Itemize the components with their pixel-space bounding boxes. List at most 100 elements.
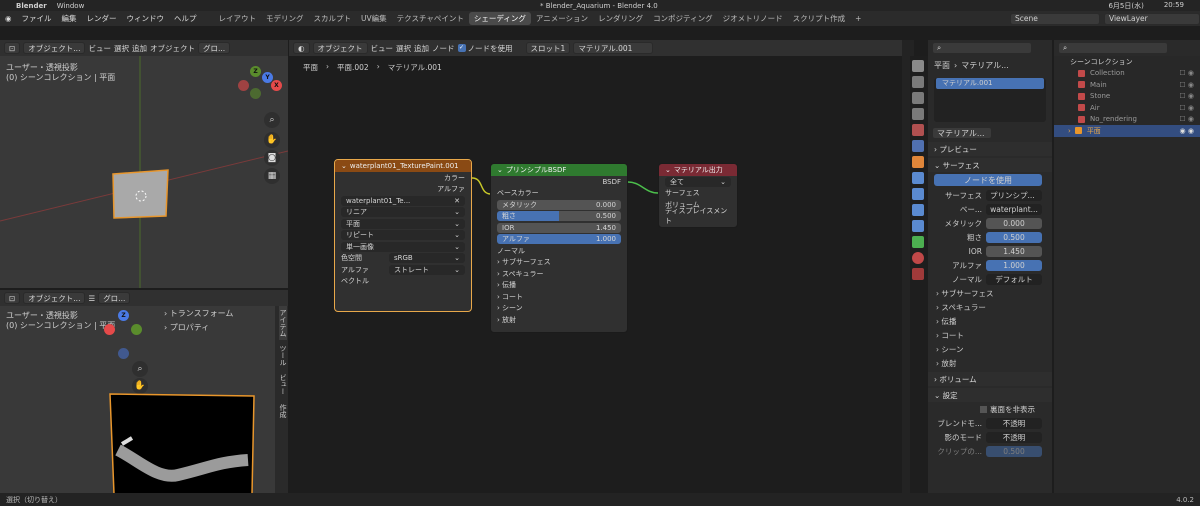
- grid-view-icon[interactable]: ▦: [264, 168, 280, 184]
- panel-surface[interactable]: ⌄ サーフェス: [928, 158, 1052, 172]
- use-nodes-button[interactable]: ノードを使用: [934, 174, 1042, 186]
- editor-type-button[interactable]: ⊡: [4, 42, 21, 54]
- tool-tab-icon[interactable]: [912, 60, 924, 72]
- menu-node[interactable]: ノード: [432, 43, 455, 54]
- menu-select[interactable]: 選択: [114, 43, 129, 54]
- panel-specular[interactable]: › スペキュラー: [491, 268, 627, 280]
- tab-geonodes[interactable]: ジオメトリノード: [718, 12, 788, 25]
- panel-specular[interactable]: › スペキュラー: [928, 300, 1052, 314]
- menu-help[interactable]: ヘルプ: [169, 13, 202, 24]
- alpha-field[interactable]: アルファ 1.000: [497, 234, 621, 245]
- panel-settings[interactable]: ⌄ 設定: [928, 388, 1052, 402]
- editor-type-button[interactable]: ⊡: [4, 292, 21, 304]
- metallic-field[interactable]: 0.000: [986, 217, 1042, 229]
- gizmo-y-icon[interactable]: [131, 324, 142, 335]
- pan-hand-icon[interactable]: ✋: [264, 132, 280, 148]
- tab-sculpt[interactable]: スカルプト: [309, 12, 357, 25]
- material-select[interactable]: マテリアル.001: [573, 42, 654, 54]
- add-workspace-icon[interactable]: +: [850, 13, 866, 24]
- menu-select[interactable]: 選択: [396, 43, 411, 54]
- node-editor-canvas[interactable]: 平面 › 平面.002 › マテリアル.001 ⌄ waterplant01_Tex…: [289, 56, 902, 493]
- app-menu[interactable]: Blender: [16, 2, 47, 10]
- clip-threshold-field[interactable]: 0.500: [986, 445, 1042, 457]
- material-output-node[interactable]: ⌄ マテリアル出力 全て ⌄ サーフェス ボリューム ディスプレイスメント: [658, 163, 738, 228]
- tab-item[interactable]: アイテム: [279, 306, 287, 340]
- gizmo-nz-icon[interactable]: [250, 88, 261, 99]
- tab-view[interactable]: ビュー: [279, 371, 287, 398]
- material-datablock[interactable]: マテリアル...: [932, 127, 992, 139]
- mode-select[interactable]: オブジェクト...: [23, 42, 86, 54]
- panel-transmission[interactable]: › 伝播: [928, 314, 1052, 328]
- physics-tab-icon[interactable]: [912, 204, 924, 216]
- gizmo-y-icon[interactable]: Y: [262, 72, 273, 83]
- orientation-select[interactable]: グロ...: [98, 292, 131, 304]
- zoom-icon[interactable]: ⌕: [132, 361, 148, 377]
- menu-view[interactable]: ビュー: [88, 43, 111, 54]
- outliner-item-selected[interactable]: › 平面 ◉ ◉: [1054, 125, 1200, 137]
- extension-select[interactable]: リピート ⌄: [341, 230, 465, 241]
- material-slot-item[interactable]: マテリアル.001: [936, 78, 1044, 89]
- menu-icon[interactable]: ☰: [88, 294, 95, 303]
- object-tab-icon[interactable]: [912, 156, 924, 168]
- data-tab-icon[interactable]: [912, 236, 924, 248]
- particles-tab-icon[interactable]: [912, 188, 924, 200]
- blender-logo-icon[interactable]: ◉: [0, 14, 17, 23]
- target-select[interactable]: 全て ⌄: [665, 176, 731, 187]
- material-tab-icon[interactable]: [912, 252, 924, 264]
- gizmo-x-icon[interactable]: X: [271, 80, 282, 91]
- tab-uv[interactable]: UV編集: [356, 12, 392, 25]
- outliner-item[interactable]: Stone ☐ ◉: [1054, 91, 1200, 103]
- ior-field[interactable]: IOR 1.450: [497, 222, 621, 233]
- zoom-icon[interactable]: ⌕: [264, 112, 280, 128]
- backface-checkbox[interactable]: 裏面を非表示: [928, 402, 1052, 416]
- viewport-bottom[interactable]: ユーザー・透視投影 (0) シーンコレクション | 平面 › トランスフォーム …: [0, 306, 275, 493]
- panel-transmission[interactable]: › 伝播: [491, 280, 627, 292]
- mode-select[interactable]: オブジェクト...: [23, 292, 86, 304]
- panel-subsurface[interactable]: › サブサーフェス: [928, 286, 1052, 300]
- tab-compositing[interactable]: コンポジティング: [648, 12, 718, 25]
- alpha-select[interactable]: ストレート ⌄: [389, 264, 465, 275]
- window-menu[interactable]: Window: [57, 2, 85, 10]
- interpolation-select[interactable]: リニア ⌄: [341, 207, 465, 218]
- gizmo-z-icon[interactable]: Z: [118, 310, 129, 321]
- panel-volume[interactable]: › ボリューム: [928, 372, 1052, 386]
- orientation-select[interactable]: グロ...: [197, 42, 231, 54]
- base-color-link[interactable]: waterplant...: [986, 203, 1042, 215]
- tab-modeling[interactable]: モデリング: [261, 12, 309, 25]
- alpha-field[interactable]: 1.000: [986, 259, 1042, 271]
- scene-selector[interactable]: Scene: [1010, 12, 1100, 25]
- world-tab-icon[interactable]: [912, 140, 924, 152]
- panel-emission[interactable]: › 放射: [928, 356, 1052, 370]
- tab-tool[interactable]: ツール: [279, 342, 287, 369]
- gizmo-nx-icon[interactable]: [238, 80, 249, 91]
- outliner-item[interactable]: Air ☐ ◉: [1054, 102, 1200, 114]
- scene-collection[interactable]: シーンコレクション: [1054, 56, 1200, 68]
- metallic-field[interactable]: メタリック 0.000: [497, 199, 621, 210]
- output-tab-icon[interactable]: [912, 92, 924, 104]
- slot-select[interactable]: スロット1: [525, 42, 571, 54]
- roughness-field[interactable]: 0.500: [986, 231, 1042, 243]
- material-slot-list[interactable]: マテリアル.001: [934, 78, 1046, 122]
- normal-select[interactable]: デフォルト: [986, 273, 1042, 285]
- menu-add[interactable]: 追加: [414, 43, 429, 54]
- tab-rendering[interactable]: レンダリング: [593, 12, 648, 25]
- menu-file[interactable]: ファイル: [17, 13, 57, 24]
- shader-type-select[interactable]: オブジェクト: [312, 42, 368, 54]
- outliner-item[interactable]: Main ☐ ◉: [1054, 79, 1200, 91]
- projection-select[interactable]: 平面 ⌄: [341, 218, 465, 229]
- image-select[interactable]: waterplant01_Te... ✕: [341, 195, 465, 206]
- roughness-field[interactable]: 粗さ 0.500: [497, 211, 621, 222]
- menu-edit[interactable]: 編集: [57, 13, 82, 24]
- tab-create[interactable]: 作成: [279, 401, 287, 421]
- constraints-tab-icon[interactable]: [912, 220, 924, 232]
- tab-scripting[interactable]: スクリプト作成: [788, 12, 851, 25]
- editor-type-button[interactable]: ◐: [293, 42, 310, 54]
- menu-render[interactable]: レンダー: [82, 13, 122, 24]
- panel-coat[interactable]: › コート: [928, 328, 1052, 342]
- scene-tab-icon[interactable]: [912, 124, 924, 136]
- gizmo-x-icon[interactable]: [104, 324, 115, 335]
- sidebar-properties[interactable]: › プロパティ: [164, 322, 209, 333]
- panel-emission[interactable]: › 放射: [491, 314, 627, 326]
- menu-view[interactable]: ビュー: [371, 43, 394, 54]
- gizmo-nz-icon[interactable]: [118, 348, 129, 359]
